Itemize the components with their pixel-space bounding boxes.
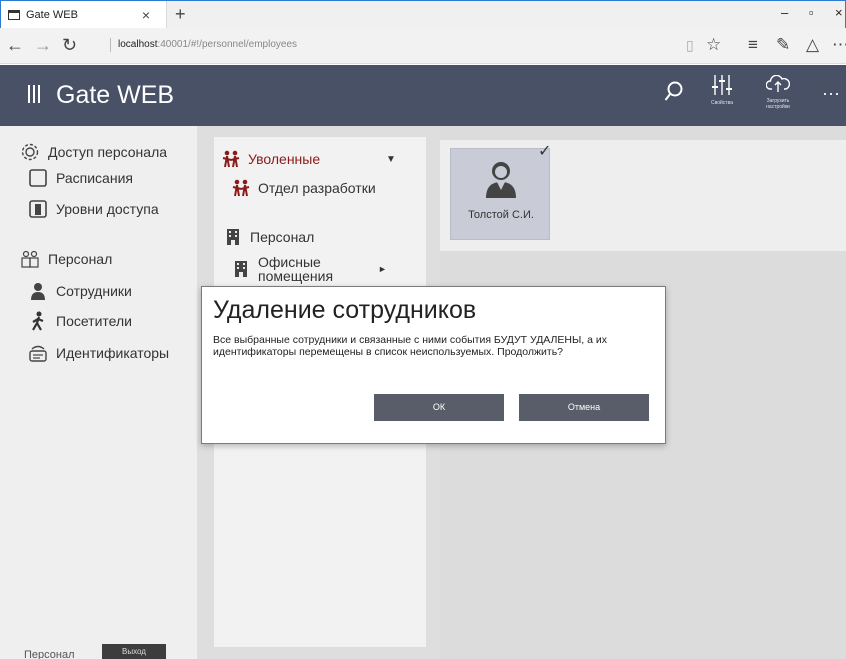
url-host: localhost bbox=[118, 39, 158, 50]
fired-group-icon bbox=[222, 150, 240, 168]
sidebar-item-label: Персонал bbox=[48, 251, 113, 267]
address-bar: ← → ↻ localhost:40001/#!/personnel/emplo… bbox=[0, 28, 846, 64]
sidebar-item-personnel[interactable]: Персонал bbox=[20, 249, 112, 269]
employee-avatar-icon bbox=[486, 162, 516, 198]
browser-tab[interactable]: Gate WEB × bbox=[1, 1, 167, 29]
properties-button[interactable]: Свойства bbox=[704, 75, 740, 106]
tree-item-dev-department[interactable]: Отдел разработки bbox=[232, 179, 376, 197]
visitor-icon bbox=[28, 311, 48, 331]
expand-arrow-icon[interactable]: ► bbox=[378, 264, 387, 274]
dept-group-icon bbox=[232, 179, 250, 197]
tree-item-label: Персонал bbox=[250, 229, 315, 245]
current-section-label: Персонал bbox=[24, 649, 75, 659]
selected-check-icon[interactable]: ✓ bbox=[538, 141, 551, 161]
sidebar-item-label: Расписания bbox=[56, 170, 133, 186]
upload-settings-button[interactable]: Загрузить настройки bbox=[758, 74, 798, 110]
url-field[interactable]: localhost:40001/#!/personnel/employees bbox=[110, 38, 297, 52]
search-icon[interactable] bbox=[664, 81, 684, 108]
back-icon[interactable]: ← bbox=[6, 35, 24, 56]
sidebar-item-label: Идентификаторы bbox=[56, 345, 170, 361]
properties-label: Свойства bbox=[711, 100, 733, 106]
employee-name: Толстой С.И. bbox=[468, 209, 534, 221]
sidebar-item-staff-access[interactable]: Доступ персонала bbox=[20, 142, 167, 162]
browser-tab-title: Gate WEB bbox=[26, 9, 78, 21]
browser-tab-bar: Gate WEB × + – ▫ × bbox=[0, 0, 846, 29]
schedule-icon bbox=[28, 168, 48, 188]
sliders-icon bbox=[712, 75, 732, 95]
tree-item-label: Уволенные bbox=[248, 151, 321, 167]
cancel-button[interactable]: Отмена bbox=[519, 394, 649, 421]
upload-settings-label-2: настройки bbox=[766, 104, 790, 110]
dialog-message-line-2: идентификаторы перемещены в список неисп… bbox=[213, 346, 564, 358]
dialog-message-line-1: Все выбранные сотрудники и связанные с н… bbox=[213, 334, 608, 346]
tree-item-fired[interactable]: Уволенные ▼ bbox=[222, 150, 412, 168]
reading-view-icon[interactable]: ▯ bbox=[686, 37, 694, 54]
minimize-icon[interactable]: – bbox=[781, 5, 788, 20]
sidebar-item-label: Сотрудники bbox=[56, 283, 132, 299]
url-path: :40001/#!/personnel/employees bbox=[157, 39, 298, 50]
sidebar: Доступ персонала Расписания Уровни досту… bbox=[0, 126, 197, 659]
id-card-icon bbox=[28, 343, 48, 363]
ok-button[interactable]: ОК bbox=[374, 394, 504, 421]
sidebar-item-label: Доступ персонала bbox=[48, 144, 168, 160]
app-header: Gate WEB Свойства Загрузить настройки ··… bbox=[0, 65, 846, 126]
menu-icon[interactable] bbox=[28, 85, 40, 103]
sidebar-item-access-levels[interactable]: Уровни доступа bbox=[28, 199, 159, 219]
cloud-upload-icon bbox=[765, 74, 791, 92]
employee-icon bbox=[28, 281, 48, 301]
hub-icon[interactable]: ≡ bbox=[748, 35, 758, 55]
gear-icon bbox=[20, 142, 40, 162]
new-tab-button[interactable]: + bbox=[175, 4, 186, 25]
favorites-icon[interactable]: ☆ bbox=[706, 35, 721, 55]
sidebar-item-label: Посетители bbox=[56, 313, 132, 329]
tree-item-label-line-2: помещения bbox=[258, 268, 334, 284]
tree-item-label: Отдел разработки bbox=[258, 180, 376, 196]
sidebar-item-schedules[interactable]: Расписания bbox=[28, 168, 133, 188]
employee-card[interactable]: ✓ Толстой С.И. bbox=[450, 143, 551, 240]
window-icon bbox=[8, 10, 20, 20]
restore-icon[interactable]: ▫ bbox=[809, 5, 814, 20]
forward-icon[interactable]: → bbox=[34, 35, 52, 56]
building-icon bbox=[224, 228, 242, 246]
tab-close-icon[interactable]: × bbox=[142, 7, 150, 23]
logout-button[interactable]: Выход bbox=[102, 644, 166, 659]
more-menu-icon[interactable]: ··· bbox=[822, 83, 840, 104]
tree-item-label-line-1: Офисные bbox=[258, 254, 321, 270]
dialog-title: Удаление сотрудников bbox=[213, 296, 477, 324]
more-icon[interactable]: ⋯ bbox=[832, 35, 846, 55]
sidebar-item-label: Уровни доступа bbox=[56, 201, 159, 217]
building-icon bbox=[232, 260, 250, 278]
delete-employees-dialog: Удаление сотрудников Все выбранные сотру… bbox=[201, 286, 666, 444]
sidebar-item-employees[interactable]: Сотрудники bbox=[28, 281, 132, 301]
personnel-icon bbox=[20, 249, 40, 269]
sidebar-item-visitors[interactable]: Посетители bbox=[28, 311, 132, 331]
notes-icon[interactable]: ✎ bbox=[776, 35, 790, 55]
collapse-arrow-icon[interactable]: ▼ bbox=[386, 154, 396, 165]
share-icon[interactable]: △ bbox=[806, 35, 819, 55]
tree-item-personnel[interactable]: Персонал bbox=[224, 228, 314, 246]
app-title: Gate WEB bbox=[56, 81, 175, 109]
dialog-message: Все выбранные сотрудники и связанные с н… bbox=[213, 334, 658, 358]
sidebar-item-identifiers[interactable]: Идентификаторы bbox=[28, 343, 169, 363]
tree-item-office-rooms[interactable]: Офисные помещения ► bbox=[232, 255, 422, 283]
door-icon bbox=[28, 199, 48, 219]
close-window-icon[interactable]: × bbox=[835, 5, 843, 20]
refresh-icon[interactable]: ↻ bbox=[62, 35, 77, 56]
